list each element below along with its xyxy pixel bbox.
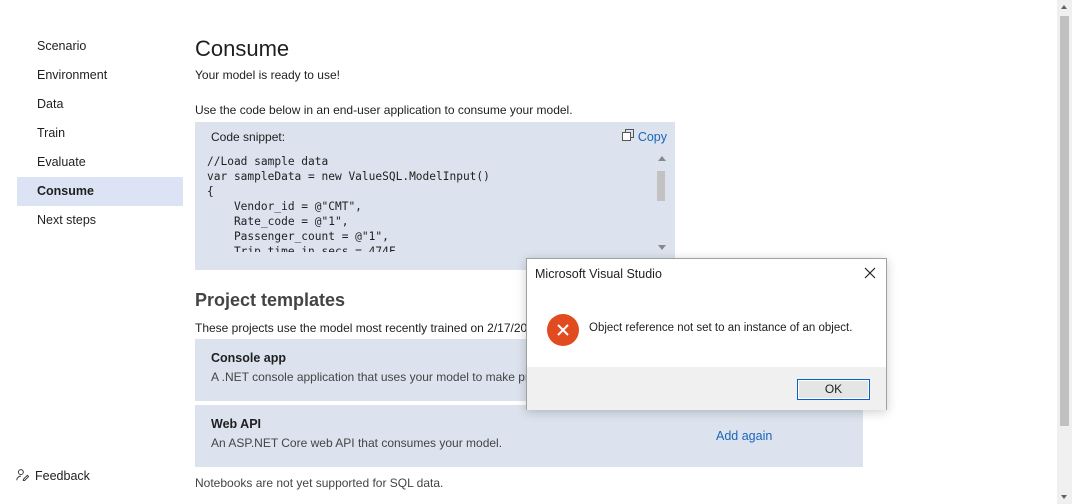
dialog-body: Object reference not set to an instance … bbox=[527, 293, 886, 367]
scroll-down-arrow-icon[interactable] bbox=[1061, 495, 1067, 499]
ok-button[interactable]: OK bbox=[797, 379, 870, 400]
template-name: Console app bbox=[211, 351, 287, 365]
project-templates-title: Project templates bbox=[195, 290, 346, 310]
sidebar-nav: Scenario Environment Data Train Evaluate… bbox=[17, 32, 183, 235]
project-templates-description: These projects use the model most recent… bbox=[195, 321, 535, 335]
page-scrollbar[interactable] bbox=[1057, 0, 1072, 504]
sidebar-item-data[interactable]: Data bbox=[17, 90, 183, 119]
copy-button[interactable]: Copy bbox=[621, 129, 667, 144]
template-description: An ASP.NET Core web API that consumes yo… bbox=[211, 436, 503, 450]
code-snippet-label: Code snippet: bbox=[211, 130, 286, 144]
feedback-label: Feedback bbox=[35, 469, 90, 483]
code-scrollbar[interactable] bbox=[654, 154, 670, 252]
dialog-message: Object reference not set to an instance … bbox=[589, 322, 853, 334]
sidebar-item-consume[interactable]: Consume bbox=[17, 177, 183, 206]
error-dialog: Microsoft Visual Studio Object reference… bbox=[526, 258, 887, 410]
scrollbar-thumb[interactable] bbox=[1060, 16, 1069, 426]
sidebar-item-next-steps[interactable]: Next steps bbox=[17, 206, 183, 235]
scrollbar-thumb[interactable] bbox=[657, 171, 665, 201]
notebooks-footnote: Notebooks are not yet supported for SQL … bbox=[195, 476, 444, 490]
template-description: A .NET console application that uses you… bbox=[211, 370, 528, 384]
copy-label: Copy bbox=[637, 129, 667, 144]
add-again-link[interactable]: Add again bbox=[716, 429, 772, 443]
template-card-web-api[interactable]: Web API An ASP.NET Core web API that con… bbox=[195, 405, 863, 467]
scroll-up-arrow-icon[interactable] bbox=[658, 156, 666, 161]
feedback-link[interactable]: Feedback bbox=[16, 468, 90, 484]
sidebar-item-train[interactable]: Train bbox=[17, 119, 183, 148]
page-title: Consume bbox=[195, 36, 290, 61]
close-icon[interactable] bbox=[862, 265, 878, 281]
sidebar-item-environment[interactable]: Environment bbox=[17, 61, 183, 90]
scroll-up-arrow-icon[interactable] bbox=[1061, 5, 1067, 9]
code-snippet-panel: Code snippet: Copy //Load sample data va… bbox=[195, 122, 675, 270]
code-snippet-text[interactable]: //Load sample data var sampleData = new … bbox=[207, 154, 654, 252]
feedback-icon bbox=[16, 468, 30, 484]
page-subtitle: Your model is ready to use! bbox=[195, 68, 340, 82]
error-icon bbox=[547, 314, 579, 346]
dialog-footer: OK bbox=[527, 367, 886, 410]
scroll-down-arrow-icon[interactable] bbox=[658, 245, 666, 250]
instruction-text: Use the code below in an end-user applic… bbox=[195, 103, 573, 117]
copy-icon bbox=[621, 129, 634, 144]
sidebar-item-evaluate[interactable]: Evaluate bbox=[17, 148, 183, 177]
template-name: Web API bbox=[211, 417, 262, 431]
dialog-title: Microsoft Visual Studio bbox=[535, 267, 662, 281]
sidebar-item-scenario[interactable]: Scenario bbox=[17, 32, 183, 61]
